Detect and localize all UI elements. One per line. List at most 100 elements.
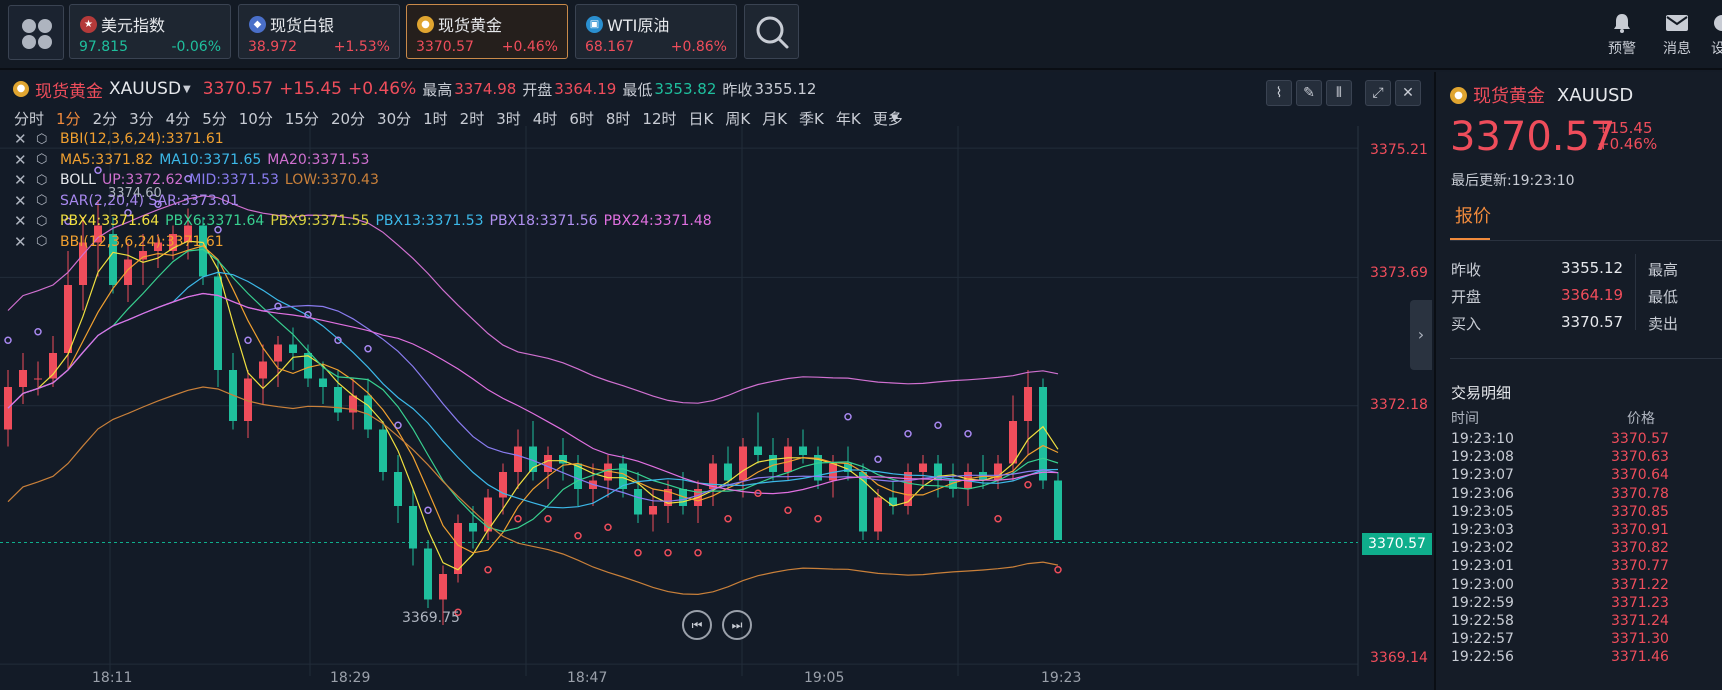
close-icon[interactable]: ✕	[14, 212, 36, 230]
quote-name: 美元指数	[101, 16, 166, 35]
indicator-value: BOLL	[60, 172, 96, 188]
stat-label-right: 最高	[1648, 261, 1679, 279]
quote-card-usd-index[interactable]: ★ 美元指数 97.815 -0.06%	[69, 4, 231, 59]
trade-price: 3370.63	[1611, 449, 1669, 466]
settings-hex-icon[interactable]: ⬡	[36, 234, 60, 249]
candle-body	[769, 455, 777, 472]
sar-dot	[994, 515, 1002, 523]
candle-body	[1009, 421, 1017, 464]
quote-price: 97.815	[79, 39, 128, 55]
trade-time: 19:23:06	[1451, 485, 1514, 502]
quote-card-gold[interactable]: ● 现货黄金 3370.57 +0.46%	[406, 4, 568, 59]
indicator-value: BBI(12,3,6,24):3371.61	[60, 131, 224, 147]
settings-hex-icon[interactable]: ⬡	[36, 152, 60, 167]
close-icon[interactable]: ✕	[14, 151, 36, 169]
scroll-right-button[interactable]: ⏭	[722, 610, 752, 640]
trade-price: 3370.57	[1611, 431, 1669, 447]
settings-label: 设	[1711, 41, 1722, 57]
close-icon[interactable]: ✕	[14, 192, 36, 210]
alert-button[interactable]: 预警	[1601, 12, 1643, 58]
sar-dot	[724, 515, 732, 523]
expand-side-panel-handle[interactable]: ›	[1410, 300, 1432, 370]
trade-time: 19:23:07	[1451, 467, 1514, 484]
trade-price: 3370.78	[1611, 485, 1669, 502]
settings-hex-icon[interactable]: ⬡	[36, 214, 60, 229]
trade-price: 3371.22	[1611, 576, 1669, 593]
trade-time: 19:22:59	[1451, 594, 1514, 611]
trade-time: 19:23:08	[1451, 449, 1514, 466]
quote-change: +0.86%	[670, 39, 727, 55]
big-price: 3370.57	[1450, 114, 1616, 160]
messages-button[interactable]: 消息	[1656, 12, 1698, 58]
gold-icon: ●	[1450, 86, 1467, 104]
messages-label: 消息	[1663, 41, 1691, 57]
quote-name: 现货白银	[270, 16, 335, 35]
trade-row: 19:22:57 3371.30	[1451, 631, 1681, 649]
tab-quote[interactable]: 报价	[1455, 202, 1491, 228]
candle-body	[439, 574, 447, 600]
quote-card-silver[interactable]: ◆ 现货白银 38.972 +1.53%	[238, 4, 400, 59]
price-change: +15.45	[1597, 119, 1653, 137]
trade-price: 3370.85	[1611, 503, 1669, 520]
candle-body	[724, 463, 732, 481]
sar-dot	[964, 430, 972, 438]
trade-row: 19:23:01 3370.77	[1451, 558, 1681, 576]
trade-price: 3371.30	[1611, 631, 1669, 648]
quote-side-panel: ● 现货黄金 XAUUSD 3370.57 +15.45 +0.46% 最后更新…	[1434, 72, 1722, 690]
stat-value: 3355.12	[1561, 259, 1624, 277]
scroll-left-button[interactable]: ⏮	[682, 610, 712, 640]
trade-price: 3370.77	[1611, 558, 1669, 575]
candle-body	[259, 361, 267, 379]
trade-row: 19:22:59 3371.23	[1451, 595, 1681, 613]
stat-label: 开盘	[1451, 288, 1482, 306]
y-tick-label: 3373.69	[1370, 265, 1428, 281]
quote-price: 3370.57	[416, 39, 474, 55]
search-button[interactable]	[744, 4, 799, 59]
settings-hex-icon[interactable]: ⬡	[36, 193, 60, 208]
trade-row: 19:23:02 3370.82	[1451, 540, 1681, 558]
trade-time: 19:22:57	[1451, 631, 1514, 648]
indicator-value: MA20:3371.53	[267, 151, 370, 168]
apps-grid-button[interactable]	[8, 5, 64, 60]
candle-body	[214, 276, 222, 370]
candle-body	[469, 523, 477, 532]
sar-dot	[844, 413, 852, 421]
close-icon[interactable]: ✕	[14, 171, 36, 189]
ma-line	[7, 245, 1059, 554]
trade-row: 19:22:56 3371.46	[1451, 649, 1681, 667]
candle-body	[1024, 387, 1032, 421]
sar-dot	[1054, 566, 1062, 574]
sar-dot	[424, 506, 432, 514]
search-icon	[756, 16, 789, 49]
quote-change: +0.46%	[501, 39, 558, 55]
settings-hex-icon[interactable]: ⬡	[36, 132, 60, 147]
candle-body	[424, 548, 432, 600]
column-header-time: 时间	[1451, 411, 1479, 427]
sar-dot	[484, 566, 492, 574]
us-flag-icon: ★	[80, 15, 97, 33]
indicator-value: PBX18:3371.56	[489, 213, 598, 229]
trade-price: 3370.64	[1611, 467, 1669, 484]
candle-body	[919, 463, 927, 472]
settings-hex-icon[interactable]: ⬡	[36, 173, 60, 188]
close-icon[interactable]: ✕	[14, 233, 36, 251]
sar-dot	[784, 506, 792, 514]
indicator-value: PBX13:3371.53	[375, 213, 484, 229]
x-tick-label: 18:11	[92, 670, 133, 686]
price-change-block: +15.45 +0.46%	[1597, 120, 1657, 152]
silver-icon: ◆	[249, 15, 266, 33]
close-icon[interactable]: ✕	[14, 130, 36, 148]
quote-card-wti-oil[interactable]: ▣ WTI原油 68.167 +0.86%	[575, 4, 737, 59]
top-bar: ★ 美元指数 97.815 -0.06% ◆ 现货白银 38.972 +1.53% …	[0, 0, 1722, 70]
indicator-row: ✕ ⬡ PBX4:3371.64 PBX6:3371.64 PBX9:3371.55 PB…	[14, 212, 718, 230]
y-tick-label: 3369.14	[1370, 650, 1428, 666]
indicator-value: BBI(12,3,6,24):3371.61	[60, 233, 224, 250]
sar-dot	[814, 515, 822, 523]
candle-body	[364, 395, 372, 430]
divider	[1635, 254, 1636, 330]
candle-body	[304, 353, 312, 379]
low-marker-label: 3369.75	[402, 610, 460, 626]
settings-button[interactable]: 设	[1711, 12, 1722, 58]
candle-body	[784, 446, 792, 472]
trade-row: 19:23:03 3370.91	[1451, 522, 1681, 540]
